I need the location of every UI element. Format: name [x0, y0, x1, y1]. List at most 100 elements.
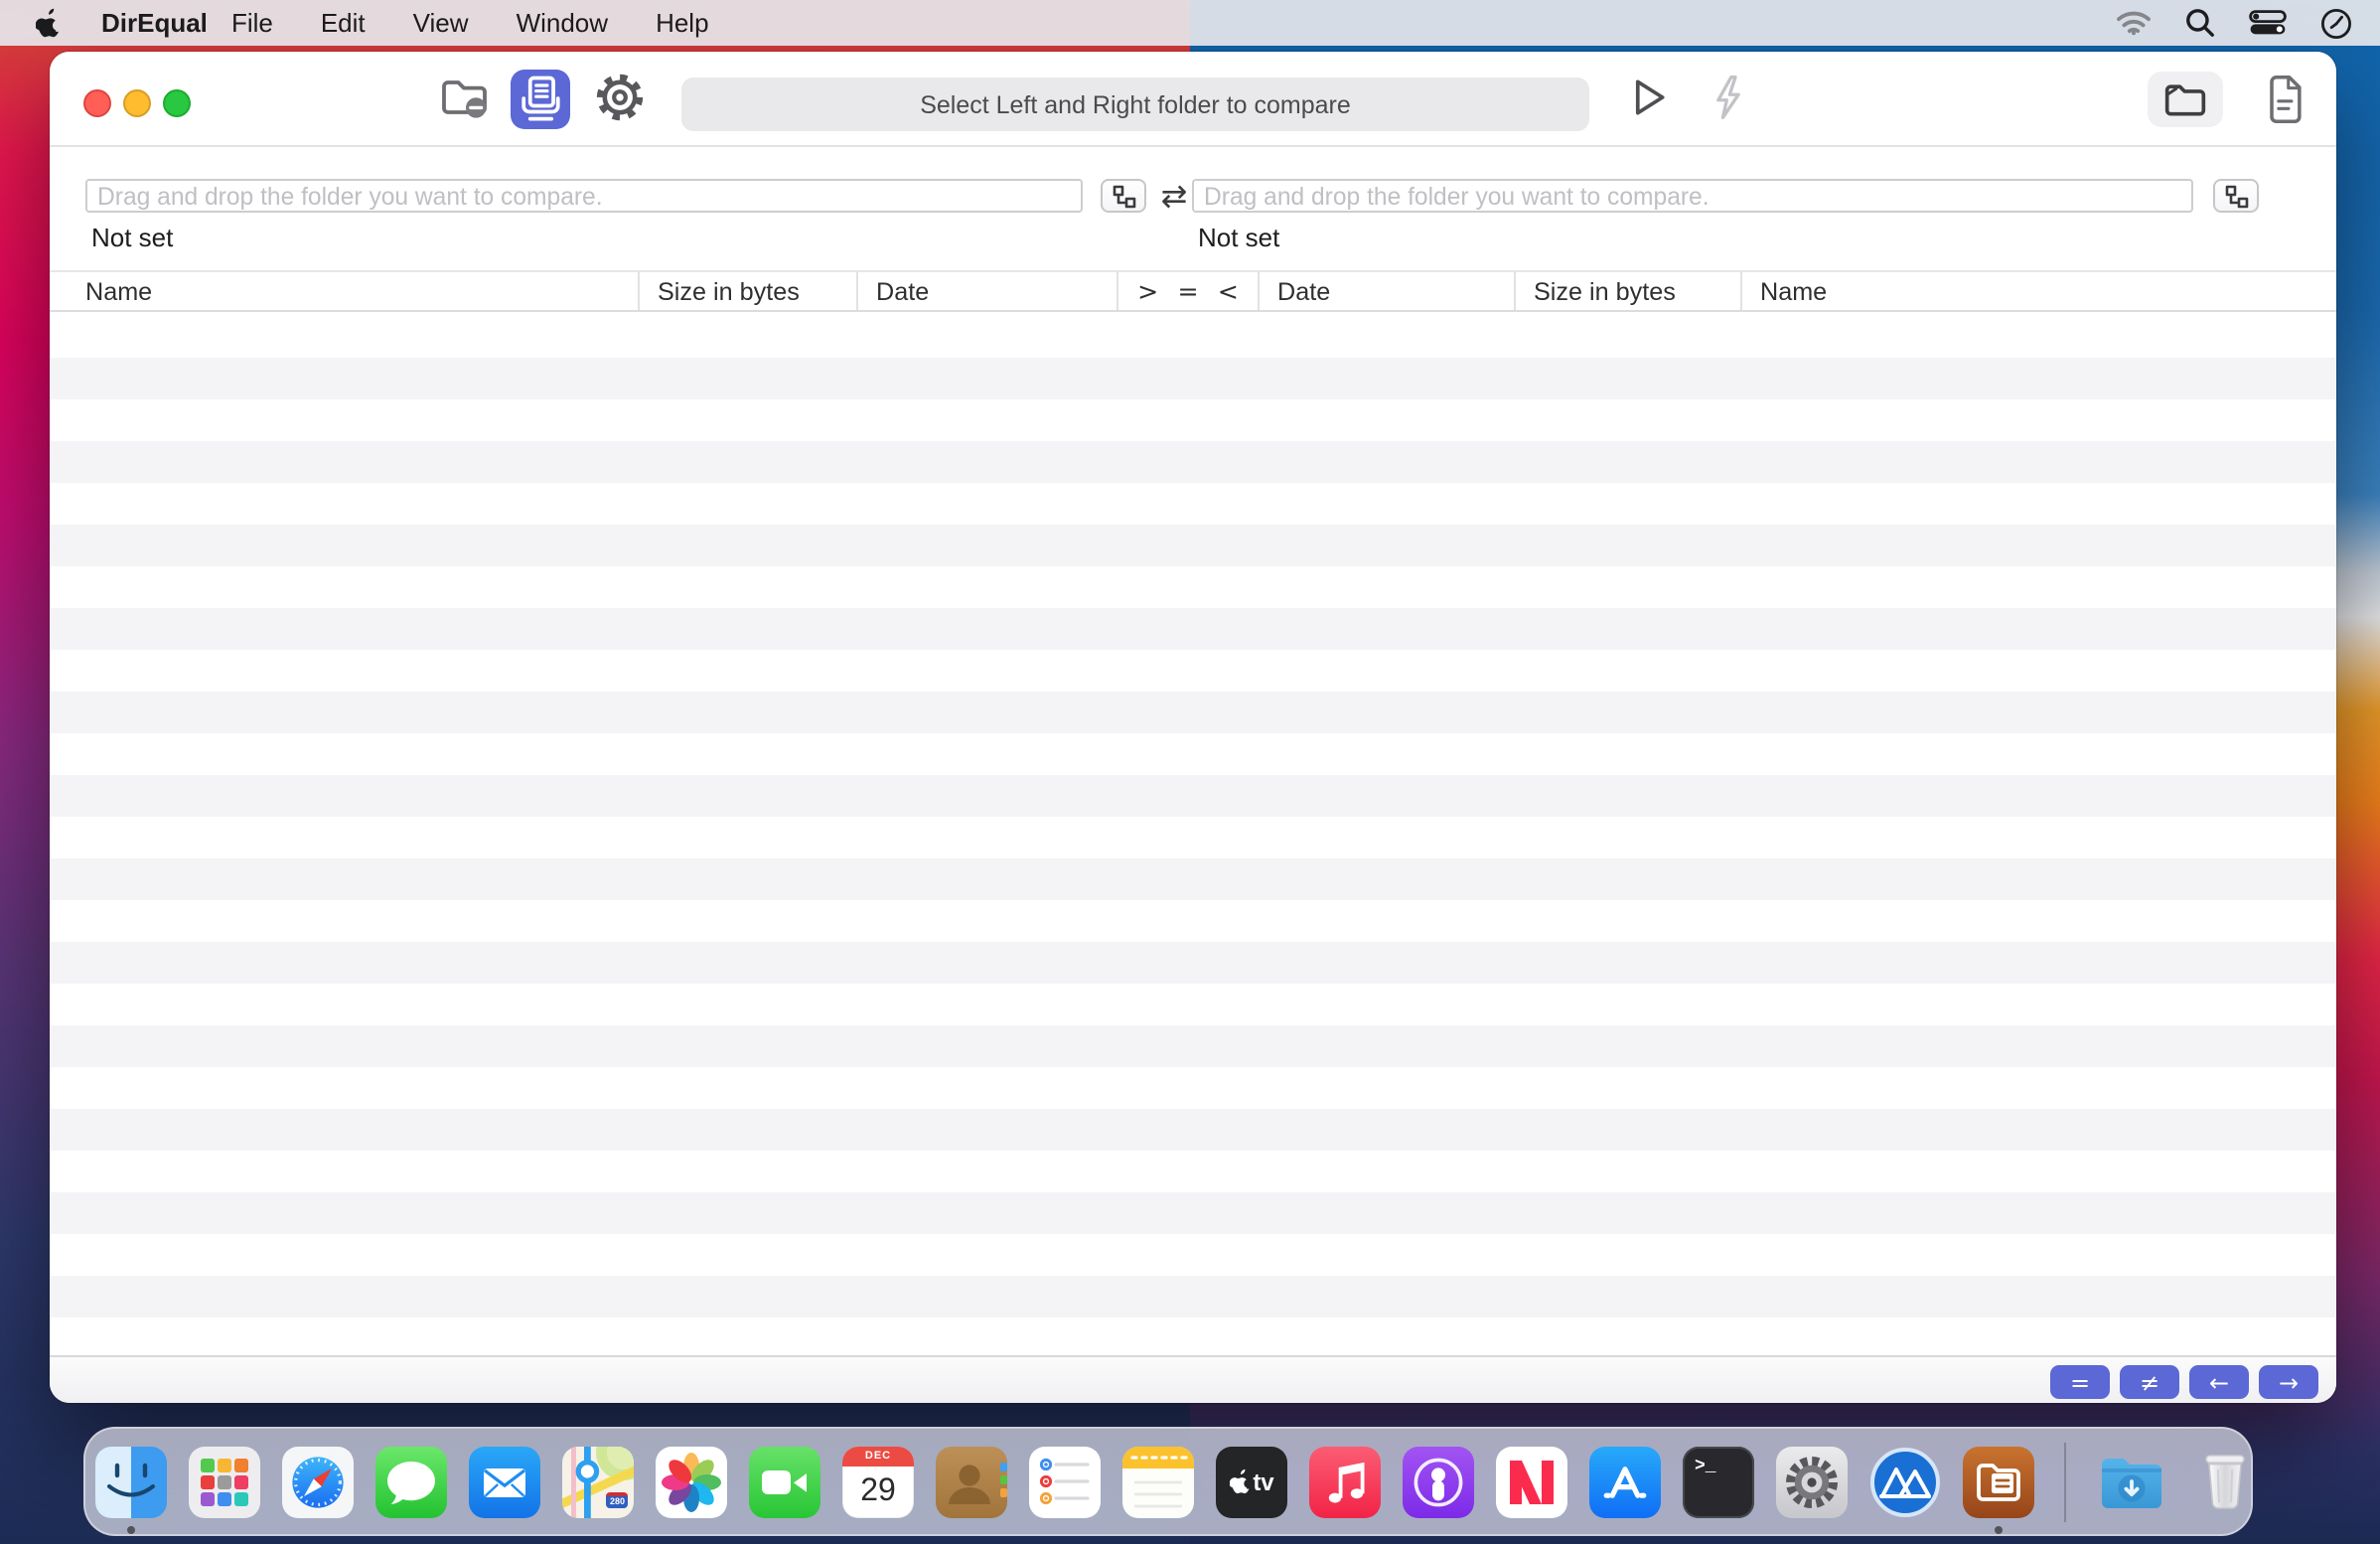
left-folder-status: Not set [91, 223, 173, 252]
menu-help[interactable]: Help [632, 8, 733, 38]
right-folder-path-input[interactable] [1192, 179, 2193, 213]
comparison-results-area[interactable] [50, 316, 2336, 1357]
dock-item-messages[interactable] [375, 1446, 447, 1517]
news-icon [1496, 1446, 1567, 1517]
music-icon [1309, 1446, 1381, 1517]
calendar-month-label: DEC [842, 1446, 914, 1466]
footer-action-buttons: = ≠ ← → [2050, 1365, 2318, 1399]
menubar-status-icons [2116, 7, 2352, 39]
folder-minus-icon [439, 74, 491, 121]
menu-view[interactable]: View [389, 8, 493, 38]
copy-left-button[interactable]: ← [2189, 1365, 2249, 1399]
dock: 280 [83, 1427, 2253, 1536]
dock-item-direqual[interactable] [1963, 1446, 2034, 1517]
column-left-date[interactable]: Date [858, 272, 1118, 310]
menu-edit[interactable]: Edit [297, 8, 389, 38]
spotlight-search-icon[interactable] [2185, 8, 2215, 38]
apple-menu-icon[interactable] [36, 7, 64, 39]
dock-item-news[interactable] [1496, 1446, 1567, 1517]
right-folder-status: Not set [1198, 223, 1279, 252]
podcasts-icon [1403, 1446, 1474, 1517]
apple-tv-label: tv [1253, 1467, 1273, 1495]
desktop: DirEqual File Edit View Window Help [0, 0, 2380, 1544]
folder-tree-icon [2224, 184, 2248, 208]
dock-item-mail[interactable] [469, 1446, 540, 1517]
reminders-icon [1029, 1446, 1101, 1517]
dock-item-contacts[interactable] [936, 1446, 1007, 1517]
compare-equal-symbol: = [1177, 276, 1198, 306]
show-different-button[interactable]: ≠ [2120, 1365, 2179, 1399]
dock-item-apple-tv[interactable]: tv [1216, 1446, 1287, 1517]
play-icon [1623, 74, 1671, 121]
column-left-size[interactable]: Size in bytes [640, 272, 858, 310]
maps-interstate-badge: 280 [607, 1491, 628, 1507]
column-compare[interactable]: > = < [1118, 272, 1260, 310]
dock-item-maps[interactable]: 280 [562, 1446, 634, 1517]
settings-button[interactable] [594, 72, 646, 123]
dock-item-system-preferences[interactable] [1776, 1446, 1848, 1517]
finder-icon [95, 1446, 167, 1517]
menu-window[interactable]: Window [493, 8, 633, 38]
contacts-icon [936, 1446, 1007, 1517]
remove-folder-button[interactable] [439, 72, 491, 123]
wifi-icon[interactable] [2116, 10, 2152, 36]
right-choose-folder-button[interactable] [2213, 179, 2259, 213]
reveal-folder-button[interactable] [2148, 72, 2223, 127]
control-center-icon[interactable] [2249, 10, 2287, 36]
show-equal-button[interactable]: = [2050, 1365, 2110, 1399]
messages-icon [375, 1446, 447, 1517]
dock-item-music[interactable] [1309, 1446, 1381, 1517]
lightning-bolt-icon [1707, 74, 1750, 121]
minimize-button[interactable] [123, 89, 151, 117]
left-folder-path-input[interactable] [85, 179, 1083, 213]
comparison-table-header: Name Size in bytes Date > = < Date Size … [50, 270, 2336, 312]
column-left-name[interactable]: Name [50, 272, 640, 310]
dock-item-trash[interactable] [2189, 1446, 2261, 1517]
quick-compare-button[interactable] [1703, 72, 1754, 123]
downloads-folder-icon [2096, 1446, 2167, 1517]
dock-item-launchpad[interactable] [189, 1446, 260, 1517]
menu-bar: DirEqual File Edit View Window Help [0, 0, 2380, 46]
gear-icon [594, 72, 646, 123]
dock-item-app-store[interactable] [1589, 1446, 1661, 1517]
close-button[interactable] [83, 89, 111, 117]
photos-icon [656, 1446, 727, 1517]
dock-item-downloads[interactable] [2096, 1446, 2167, 1517]
dock-separator [2064, 1442, 2066, 1521]
mountain-peaks-icon [1869, 1446, 1941, 1517]
compare-view-button[interactable] [511, 70, 570, 129]
folder-tree-icon [1112, 184, 1135, 208]
dock-item-notes[interactable] [1122, 1446, 1194, 1517]
report-document-button[interactable] [2259, 74, 2310, 125]
column-right-size[interactable]: Size in bytes [1516, 272, 1742, 310]
column-right-date[interactable]: Date [1260, 272, 1516, 310]
direqual-window: Select Left and Right folder to compare [50, 52, 2336, 1403]
compare-status-title: Select Left and Right folder to compare [681, 77, 1589, 131]
dock-item-terminal[interactable]: >_ [1683, 1446, 1754, 1517]
dock-item-safari[interactable] [282, 1446, 354, 1517]
dock-item-mountain-compare-app[interactable] [1869, 1446, 1941, 1517]
dock-item-podcasts[interactable] [1403, 1446, 1474, 1517]
clock-icon[interactable] [2320, 7, 2352, 39]
safari-icon [282, 1446, 354, 1517]
column-right-name[interactable]: Name [1742, 272, 2336, 310]
system-preferences-gear-icon [1776, 1446, 1848, 1517]
menu-file[interactable]: File [208, 8, 297, 38]
mail-icon [469, 1446, 540, 1517]
compare-scanner-icon [513, 72, 568, 127]
notes-icon [1122, 1446, 1194, 1517]
dock-item-finder[interactable] [95, 1446, 167, 1517]
window-toolbar: Select Left and Right folder to compare [50, 52, 2336, 147]
dock-item-photos[interactable] [656, 1446, 727, 1517]
active-app-name[interactable]: DirEqual [101, 8, 208, 38]
zoom-button[interactable] [163, 89, 191, 117]
dock-item-reminders[interactable] [1029, 1446, 1101, 1517]
dock-item-calendar[interactable]: DEC 29 [842, 1446, 914, 1517]
dock-item-facetime[interactable] [749, 1446, 820, 1517]
copy-right-button[interactable]: → [2259, 1365, 2318, 1399]
run-compare-button[interactable] [1621, 72, 1673, 123]
window-footer: = ≠ ← → [50, 1357, 2336, 1403]
launchpad-icon [189, 1446, 260, 1517]
document-icon [2261, 74, 2308, 125]
folder-icon [2161, 77, 2209, 121]
